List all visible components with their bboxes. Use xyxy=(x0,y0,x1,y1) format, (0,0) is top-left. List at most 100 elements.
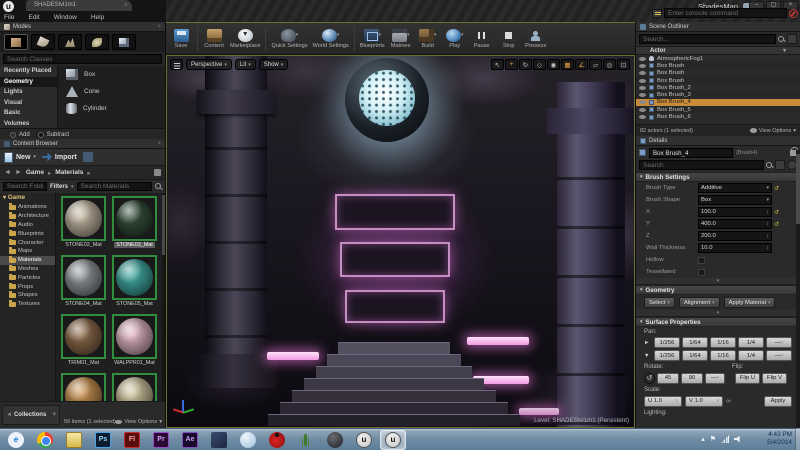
pan-button[interactable]: 1/64 xyxy=(682,350,708,361)
taskbar-chrome-icon[interactable] xyxy=(37,432,53,448)
select-tool-icon[interactable]: ↖ xyxy=(491,59,504,70)
taskbar-unreal-active-button[interactable]: u xyxy=(380,430,406,450)
modes-tab[interactable]: Modes × xyxy=(0,22,165,32)
collections-expander[interactable]: ◄ Collections + xyxy=(2,405,60,425)
scale-tool-icon[interactable]: ◇ xyxy=(533,59,546,70)
folder-animations[interactable]: Animations xyxy=(0,203,55,212)
details-filter-button[interactable] xyxy=(775,160,785,170)
folder-search-input[interactable] xyxy=(3,182,47,191)
visibility-eye-icon[interactable] xyxy=(639,93,646,97)
network-icon[interactable] xyxy=(721,435,729,443)
foliage-mode-button[interactable] xyxy=(85,34,109,50)
pan-button[interactable]: 1/4 xyxy=(738,350,764,361)
visibility-eye-icon[interactable] xyxy=(639,100,646,104)
action-center-flag-icon[interactable]: ⚑ xyxy=(710,435,716,443)
world-settings-button[interactable]: ▾World Settings xyxy=(313,29,349,49)
actor-row[interactable]: Box Brush_2 xyxy=(636,84,800,91)
taskbar-plant-icon[interactable] xyxy=(298,432,314,448)
subtract-radio[interactable]: Subtract xyxy=(38,132,69,138)
build-button[interactable]: ▾Build xyxy=(417,29,439,49)
view-options-button[interactable]: View Options▾ xyxy=(750,128,796,134)
pan-button[interactable]: 1/256 xyxy=(654,350,680,361)
outliner-search-input[interactable] xyxy=(639,34,776,44)
asset-partial-2[interactable] xyxy=(111,373,158,401)
section-expander[interactable]: ▾ xyxy=(636,278,800,285)
tab-close-icon[interactable]: × xyxy=(124,0,132,11)
asset-partial-1[interactable] xyxy=(60,373,107,401)
asset-grid-scrollbar[interactable] xyxy=(162,193,165,401)
pan-button[interactable]: 1/16 xyxy=(710,350,736,361)
folder-textures[interactable]: Textures xyxy=(0,300,55,309)
reset-to-default-icon[interactable]: ↺ xyxy=(774,185,779,192)
taskbar-orb-icon[interactable] xyxy=(327,432,343,448)
level-tab[interactable]: SHADESlvl1m1 × xyxy=(26,0,132,11)
hollow-checkbox[interactable] xyxy=(698,257,705,264)
rotate-tool-icon[interactable]: ↻ xyxy=(519,59,532,70)
x-input[interactable]: 100.0↕ xyxy=(698,207,772,217)
rotation-snap-icon[interactable]: ∠ xyxy=(575,59,588,70)
save-all-icon[interactable] xyxy=(83,152,93,162)
add-collection-icon[interactable]: + xyxy=(52,412,56,418)
taskbar-file-explorer-icon[interactable] xyxy=(66,432,82,448)
view-mode-dropdown[interactable]: Lit▾ xyxy=(235,59,256,70)
quick-settings-button[interactable]: ▾Quick Settings xyxy=(271,29,307,49)
menu-file[interactable]: File xyxy=(4,14,14,21)
apply-scale-button[interactable]: Apply xyxy=(764,396,792,407)
breadcrumb-materials[interactable]: Materials xyxy=(55,169,83,176)
play-button[interactable]: ▾Play xyxy=(444,29,466,49)
pan-custom-dropdown[interactable]: —▾ xyxy=(766,337,792,348)
folder-audio[interactable]: Audio xyxy=(0,221,55,230)
geometry-mode-button[interactable] xyxy=(112,34,136,50)
details-scrollbar[interactable] xyxy=(796,150,800,428)
taskbar-app-icon[interactable] xyxy=(240,432,256,448)
console-input[interactable] xyxy=(664,8,787,18)
pan-button[interactable]: 1/16 xyxy=(710,337,736,348)
folder-shapes[interactable]: Shapes xyxy=(0,291,55,300)
lock-icon[interactable] xyxy=(154,169,161,176)
category-visual[interactable]: Visual xyxy=(0,98,57,109)
show-hidden-icons[interactable]: ▴ xyxy=(701,435,705,443)
asset-search-input[interactable] xyxy=(77,182,152,191)
pan-custom-dropdown[interactable]: —▾ xyxy=(766,350,792,361)
actor-row[interactable]: Box Brush xyxy=(636,70,800,77)
taskbar-photoshop-icon[interactable]: Ps xyxy=(95,432,111,448)
scale-snap-icon[interactable]: ▱ xyxy=(589,59,602,70)
actor-name-field[interactable]: Box Brush_4 xyxy=(649,148,733,158)
scale-v-dropdown[interactable]: V 1.0▾ xyxy=(685,396,723,407)
taskbar-internet-explorer-icon[interactable]: e xyxy=(8,432,24,448)
scene-outliner-tab[interactable]: Scene Outliner xyxy=(636,22,800,32)
panel-close-icon[interactable]: × xyxy=(157,141,161,147)
place-mode-button[interactable] xyxy=(4,34,28,50)
folder-game[interactable]: ▾ Game xyxy=(0,194,55,203)
marketplace-button[interactable]: Marketplace xyxy=(230,29,260,49)
pause-button[interactable]: Pause xyxy=(471,29,493,49)
forward-icon[interactable]: ► xyxy=(15,169,22,176)
folder-meshes[interactable]: Meshes xyxy=(0,265,55,274)
show-dropdown[interactable]: Show▾ xyxy=(259,59,289,70)
outliner-column-header[interactable]: Actor ▾ xyxy=(636,46,800,55)
actor-row-selected[interactable]: Box Brush_4 xyxy=(636,99,800,106)
reset-to-default-icon[interactable]: ↺ xyxy=(774,221,779,228)
asset-stone02[interactable]: STONE02_Mat xyxy=(60,196,107,254)
wall-thickness-input[interactable]: 10.0↕ xyxy=(698,243,772,253)
visibility-eye-icon[interactable] xyxy=(639,108,646,112)
flip-u-button[interactable]: Flip U xyxy=(735,373,760,384)
actor-row[interactable]: Box Brush xyxy=(636,62,800,69)
translate-tool-icon[interactable]: + xyxy=(505,59,518,70)
possess-button[interactable]: Possess xyxy=(525,29,547,49)
folder-blueprints[interactable]: Blueprints xyxy=(0,229,55,238)
asset-stone03[interactable]: STONE03_Mat xyxy=(111,196,158,254)
brush-settings-header[interactable]: ▾Brush Settings xyxy=(636,172,800,182)
taskbar-unreal-icon[interactable]: u xyxy=(356,432,372,448)
menu-help[interactable]: Help xyxy=(91,14,104,21)
geometry-item-cone[interactable]: Cone xyxy=(58,83,165,100)
asset-stone04[interactable]: STONE04_Mat xyxy=(60,255,107,313)
matinee-button[interactable]: ▾Matinee xyxy=(390,29,412,49)
y-input[interactable]: 400.0↕ xyxy=(698,219,772,229)
actor-row[interactable]: Box Brush xyxy=(636,77,800,84)
actor-row[interactable]: Box Brush_6 xyxy=(636,113,800,120)
folder-materials[interactable]: Materials xyxy=(0,256,55,265)
asset-trim01[interactable]: TRIM01_Mat xyxy=(60,314,107,372)
folder-props[interactable]: Props xyxy=(0,282,55,291)
category-recently-placed[interactable]: Recently Placed xyxy=(0,66,57,77)
